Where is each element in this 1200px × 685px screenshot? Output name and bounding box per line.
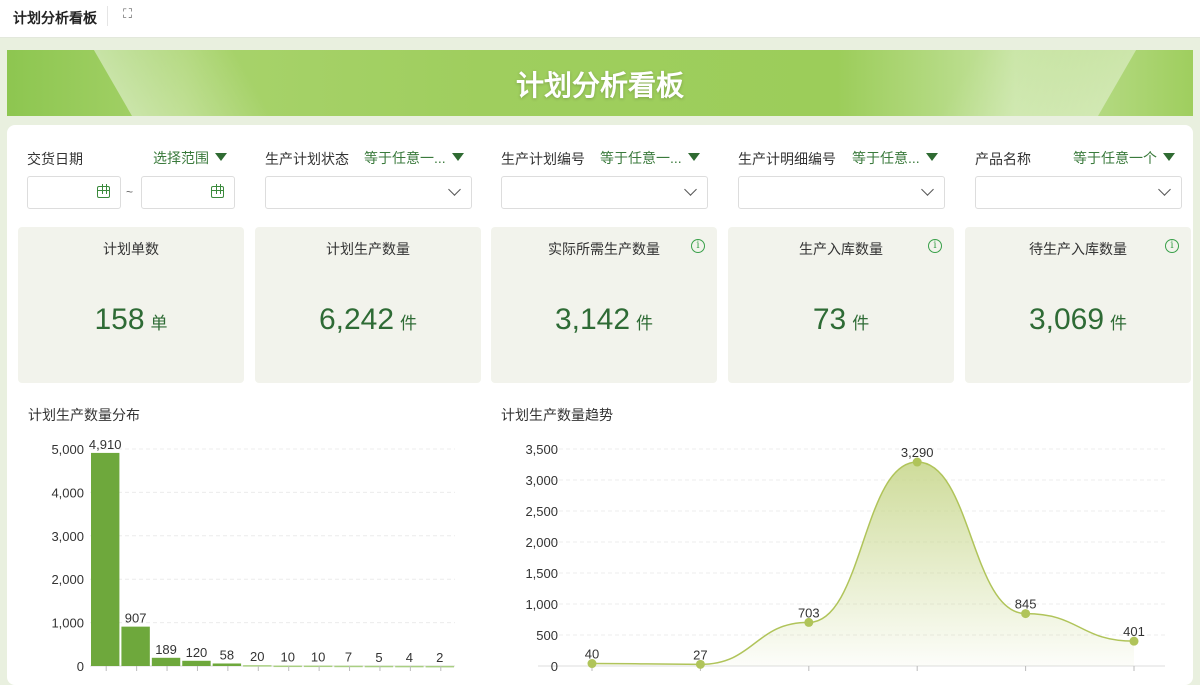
point-value-label: 703 bbox=[798, 605, 820, 620]
bar-value-label: 10 bbox=[311, 650, 325, 665]
y-tick-label: 0 bbox=[77, 659, 84, 674]
bar bbox=[395, 665, 424, 668]
bar bbox=[121, 626, 150, 666]
bar-value-label: 120 bbox=[186, 645, 208, 660]
bar bbox=[243, 665, 272, 667]
bar-value-label: 4 bbox=[406, 650, 413, 665]
y-tick-label: 1,500 bbox=[525, 566, 558, 581]
y-tick-label: 3,000 bbox=[51, 529, 84, 544]
bar bbox=[334, 665, 363, 668]
bar-value-label: 5 bbox=[375, 650, 382, 665]
bar-value-label: 907 bbox=[125, 611, 147, 626]
point-value-label: 40 bbox=[585, 647, 599, 662]
bar bbox=[151, 657, 181, 666]
bar-value-label: 20 bbox=[250, 649, 264, 664]
bar-value-label: 7 bbox=[345, 650, 352, 665]
y-tick-label: 0 bbox=[551, 659, 558, 674]
bar bbox=[91, 452, 120, 666]
bar bbox=[182, 660, 211, 666]
bar-value-label: 58 bbox=[220, 647, 234, 662]
y-tick-label: 4,000 bbox=[51, 485, 84, 500]
charts-canvas: 0 1,000 2,000 3,000 4,000 5,000 4,910 907 189 120… bbox=[51, 437, 1165, 674]
bar bbox=[425, 665, 454, 668]
bar-value-label: 189 bbox=[155, 642, 177, 657]
y-tick-label: 2,500 bbox=[525, 504, 558, 519]
y-tick-label: 1,000 bbox=[51, 616, 84, 631]
bar-value-label: 2 bbox=[436, 650, 443, 665]
point-value-label: 27 bbox=[693, 647, 707, 662]
point-value-label: 401 bbox=[1123, 624, 1145, 639]
bar-value-label: 10 bbox=[280, 650, 294, 665]
y-tick-label: 3,000 bbox=[525, 473, 558, 488]
y-tick-label: 5,000 bbox=[51, 442, 84, 457]
bar-chart: 0 1,000 2,000 3,000 4,000 5,000 4,910 907 189 120… bbox=[51, 437, 455, 674]
y-tick-label: 3,500 bbox=[525, 442, 558, 457]
bar-value-label: 4,910 bbox=[89, 437, 122, 452]
bar bbox=[364, 665, 394, 668]
y-tick-label: 500 bbox=[536, 628, 558, 643]
bar bbox=[303, 665, 333, 668]
y-tick-label: 2,000 bbox=[525, 535, 558, 550]
y-tick-label: 2,000 bbox=[51, 572, 84, 587]
trend-chart: 0 500 1,000 1,500 2,000 2,500 3,000 3,500 40 27 70… bbox=[525, 442, 1165, 674]
bar bbox=[212, 663, 242, 666]
bar bbox=[273, 665, 302, 668]
point-value-label: 845 bbox=[1015, 597, 1037, 612]
y-tick-label: 1,000 bbox=[525, 597, 558, 612]
point-value-label: 3,290 bbox=[901, 445, 934, 460]
